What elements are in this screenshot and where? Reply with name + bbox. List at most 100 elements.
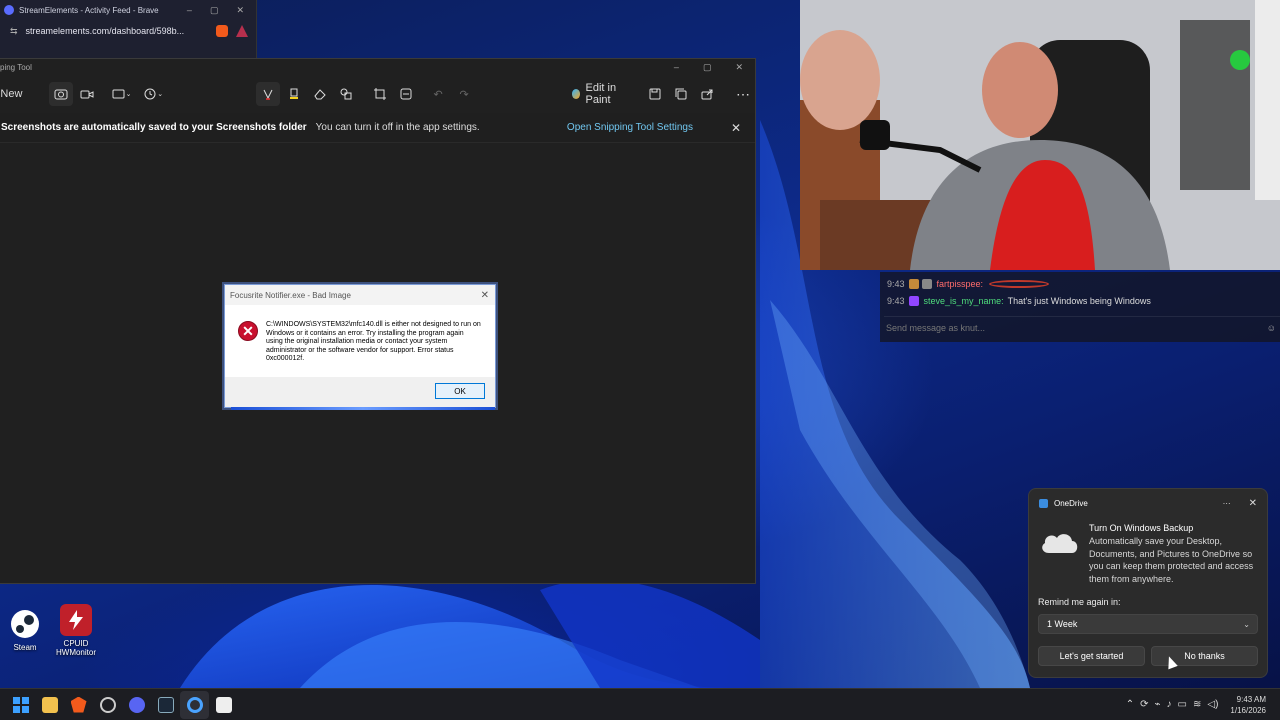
crop-button[interactable] [368,82,392,106]
chevron-down-icon: ⌄ [1243,619,1250,629]
share-button[interactable] [695,82,719,106]
volume-icon[interactable]: ◁) [1207,699,1218,710]
undo-button[interactable]: ↶ [426,82,450,106]
notification-content: Turn On Windows Backup Automatically sav… [1029,517,1267,585]
camera-icon [54,89,68,100]
brave-shield-icon[interactable] [216,25,228,37]
windows-logo-icon [12,696,29,713]
onedrive-notification: OneDrive ⋯ ✕ Turn On Windows Backup Auto… [1028,488,1268,678]
snip-shape-dropdown[interactable]: ⌄ [109,82,135,106]
emote-icon [989,279,1050,288]
taskbar-discord[interactable] [122,691,151,719]
onedrive-logo-icon [1039,498,1048,508]
browser-tab[interactable]: StreamElements - Activity Feed - Brave –… [0,0,256,20]
snipping-tool-titlebar: ping Tool – ▢ ✕ [0,59,755,75]
wifi-icon[interactable]: ≋ [1193,699,1201,710]
highlighter-button[interactable] [282,82,306,106]
notification-actions: Let's get started No thanks [1038,646,1258,666]
new-button[interactable]: New [0,82,29,106]
sync-icon[interactable]: ⟳ [1140,699,1148,710]
save-button[interactable] [643,82,667,106]
snipping-toolbar: New ⌄ ⌄ ↶ ↷ Edit in Paint ⋯ [0,75,755,113]
remind-select[interactable]: 1 Week ⌄ [1038,614,1258,634]
maximize-icon[interactable]: ▢ [210,5,219,16]
chat-time: 9:43 [887,278,905,289]
address-url: streamelements.com/dashboard/598b... [25,26,185,36]
badge-icon [921,278,932,289]
taskbar-focusrite[interactable] [209,691,238,719]
record-mode-button[interactable] [75,82,99,106]
chat-username[interactable]: steve_is_my_name: [924,296,1004,306]
chat-message: 9:43 fartpisspee: [880,275,1280,292]
address-bar[interactable]: ⇆ streamelements.com/dashboard/598b... [0,20,256,42]
open-settings-link[interactable]: Open Snipping Tool Settings [567,122,693,133]
more-icon[interactable]: ⋯ [1223,499,1231,508]
maximize-icon[interactable]: ▢ [703,62,712,73]
browser-window-controls: – ▢ ✕ [187,5,256,16]
screenshot-mode-button[interactable] [48,82,73,106]
copy-button[interactable] [669,82,693,106]
chat-input-placeholder: Send message as knut... [886,322,986,333]
microphone-icon[interactable]: ♪ [1167,699,1172,710]
undo-icon: ↶ [433,88,443,101]
info-banner: Screenshots are automatically saved to y… [0,113,755,143]
close-icon[interactable]: ✕ [731,121,741,135]
display-icon[interactable]: ▭ [1178,699,1187,710]
video-icon [80,90,94,99]
paint-icon [572,89,581,99]
chat-username[interactable]: fartpisspee: [937,279,984,289]
chat-input[interactable]: Send message as knut... ☺ [884,316,1280,338]
edit-in-paint-button[interactable]: Edit in Paint [566,82,641,106]
desktop-icon-hwmonitor[interactable]: CPUID HWMonitor [46,604,106,657]
taskbar-file-explorer[interactable] [35,691,64,719]
steam-icon [9,608,41,640]
network-icon[interactable]: ⌁ [1155,699,1161,710]
taskbar-snipping-tool[interactable] [180,690,209,719]
lets-get-started-button[interactable]: Let's get started [1038,646,1145,666]
emoji-icon[interactable]: ☺ [1267,323,1276,333]
text-actions-icon [400,88,412,100]
remind-label: Remind me again in: [1038,597,1121,607]
close-icon[interactable]: ✕ [1249,498,1257,509]
dialog-title: Focusrite Notifier.exe - Bad Image [230,290,351,300]
eraser-icon [314,89,326,100]
minimize-icon[interactable]: – [187,5,192,16]
brave-rewards-icon[interactable] [236,25,248,37]
steam-icon [157,696,174,713]
site-settings-icon[interactable]: ⇆ [10,26,18,37]
show-hidden-icons-icon[interactable]: ⌃ [1126,699,1134,710]
eraser-button[interactable] [308,82,332,106]
delay-dropdown[interactable]: ⌄ [140,82,166,106]
minimize-icon[interactable]: – [674,62,679,73]
clock-time: 9:43 AM [1236,694,1266,704]
shapes-button[interactable] [334,82,358,106]
share-icon [701,89,713,100]
crop-icon [374,88,387,100]
ok-button[interactable]: OK [435,383,485,399]
taskbar: ⌃ ⟳ ⌁ ♪ ▭ ≋ ◁) 9:43 AM 1/16/2026 [0,688,1280,720]
error-icon: ✕ [238,321,258,341]
close-icon[interactable]: ✕ [236,5,244,16]
pen-icon [263,89,273,100]
taskbar-steam[interactable] [151,691,180,719]
shapes-icon [340,88,352,100]
taskbar-brave[interactable] [64,691,93,719]
save-icon [649,88,661,100]
dialog-footer: OK [225,377,495,407]
window-title: ping Tool [0,62,32,72]
discord-icon [128,696,145,713]
redo-button[interactable]: ↷ [452,82,476,106]
folder-icon [41,696,58,713]
taskbar-app[interactable] [93,691,122,719]
text-actions-button[interactable] [394,82,418,106]
ballpoint-pen-button[interactable] [256,82,281,106]
brave-icon [70,696,87,713]
more-options-button[interactable]: ⋯ [731,82,755,106]
clock-icon [144,88,156,100]
badge-icon [908,295,919,306]
streamelements-favicon-icon [4,5,14,15]
close-icon[interactable]: ✕ [481,290,489,301]
close-icon[interactable]: ✕ [735,62,743,73]
taskbar-clock[interactable]: 9:43 AM 1/16/2026 [1230,694,1274,716]
start-button[interactable] [6,691,35,719]
